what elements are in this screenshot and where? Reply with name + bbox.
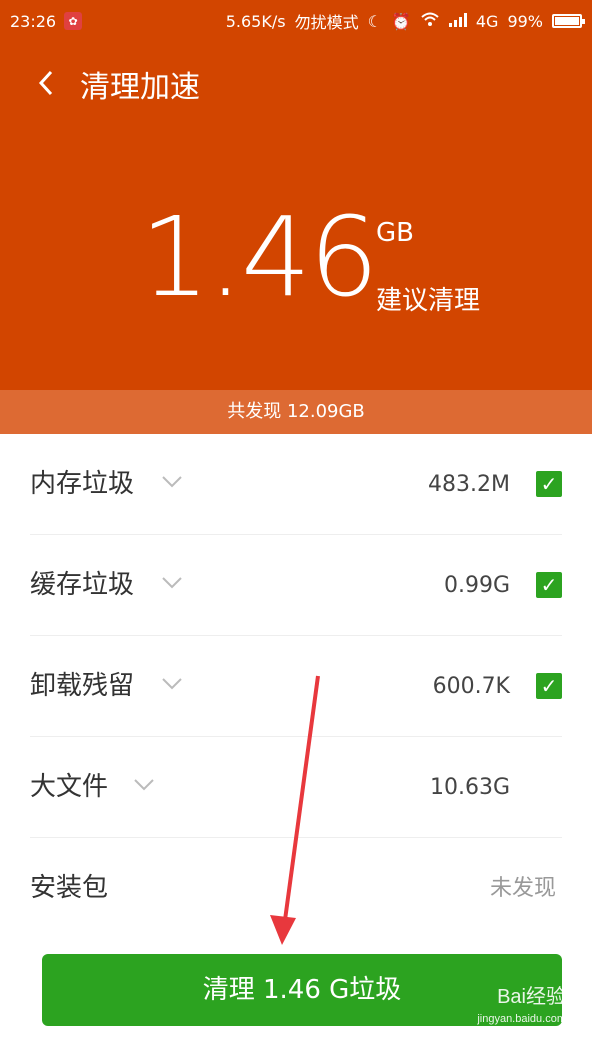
item-size: 0.99G [443, 573, 510, 598]
clean-advice: 建议清理 [376, 286, 481, 316]
alarm-icon: ⏰ [390, 11, 411, 31]
moon-icon: ☾ [367, 11, 382, 31]
page-title: 清理加速 [80, 70, 200, 105]
list-item-uninstall-residue[interactable]: 卸载残留 600.7K ✓ [30, 636, 562, 737]
wifi-icon [420, 11, 440, 31]
status-right: 5.65K/s 勿扰模式 ☾ ⏰ 4G 99% [225, 9, 585, 33]
found-total-bar: 共发现 12.09GB [0, 390, 592, 434]
item-status: 未发现 [489, 876, 556, 901]
item-checkbox[interactable]: ✓ [536, 471, 562, 497]
mode-label: 勿扰模式 [294, 13, 359, 32]
baidu-watermark: Bai经验 jingyan.baidu.com [477, 986, 566, 1030]
chevron-down-icon[interactable] [134, 775, 154, 793]
status-time: 23:26 [10, 11, 57, 31]
item-label: 安装包 [30, 873, 109, 903]
list-item-cache-junk[interactable]: 缓存垃圾 0.99G ✓ [30, 535, 562, 636]
back-arrow-icon [38, 70, 53, 96]
item-size: 600.7K [432, 674, 510, 699]
item-size: 10.63G [429, 775, 510, 800]
item-size: 483.2M [428, 472, 510, 497]
item-label: 内存垃圾 [30, 469, 135, 499]
signal-icon [448, 12, 467, 31]
junk-size-unit: GB [376, 218, 414, 248]
item-checkbox[interactable]: ✓ [536, 673, 562, 699]
back-button[interactable] [28, 68, 64, 108]
junk-list: 内存垃圾 483.2M ✓ 缓存垃圾 0.99G ✓ 卸载残留 600.7K ✓… [0, 434, 592, 939]
list-item-large-files[interactable]: 大文件 10.63G [30, 737, 562, 838]
status-bar: 23:26 ✿ 5.65K/s 勿扰模式 ☾ ⏰ 4G 99% [0, 0, 592, 42]
item-label: 卸载残留 [30, 671, 135, 701]
list-item-install-packages[interactable]: 安装包 未发现 [30, 838, 562, 939]
chevron-down-icon[interactable] [162, 573, 182, 591]
item-label: 大文件 [30, 772, 109, 802]
chevron-down-icon[interactable] [162, 472, 182, 490]
chevron-down-icon[interactable] [162, 674, 182, 692]
app-notification-icon: ✿ [64, 12, 83, 30]
watermark-brand: Bai经验 [497, 986, 566, 1008]
watermark-url: jingyan.baidu.com [477, 1013, 566, 1025]
network-speed: 5.65K/s [225, 11, 286, 31]
item-label: 缓存垃圾 [30, 570, 135, 600]
list-item-memory-junk[interactable]: 内存垃圾 483.2M ✓ [30, 434, 562, 535]
junk-size-number: 1.46 [140, 193, 379, 321]
battery-percent: 99% [507, 11, 543, 31]
header: 清理加速 1.46 GB 建议清理 [0, 42, 592, 390]
battery-icon [552, 14, 585, 28]
item-checkbox[interactable]: ✓ [536, 572, 562, 598]
network-type: 4G [475, 11, 499, 31]
